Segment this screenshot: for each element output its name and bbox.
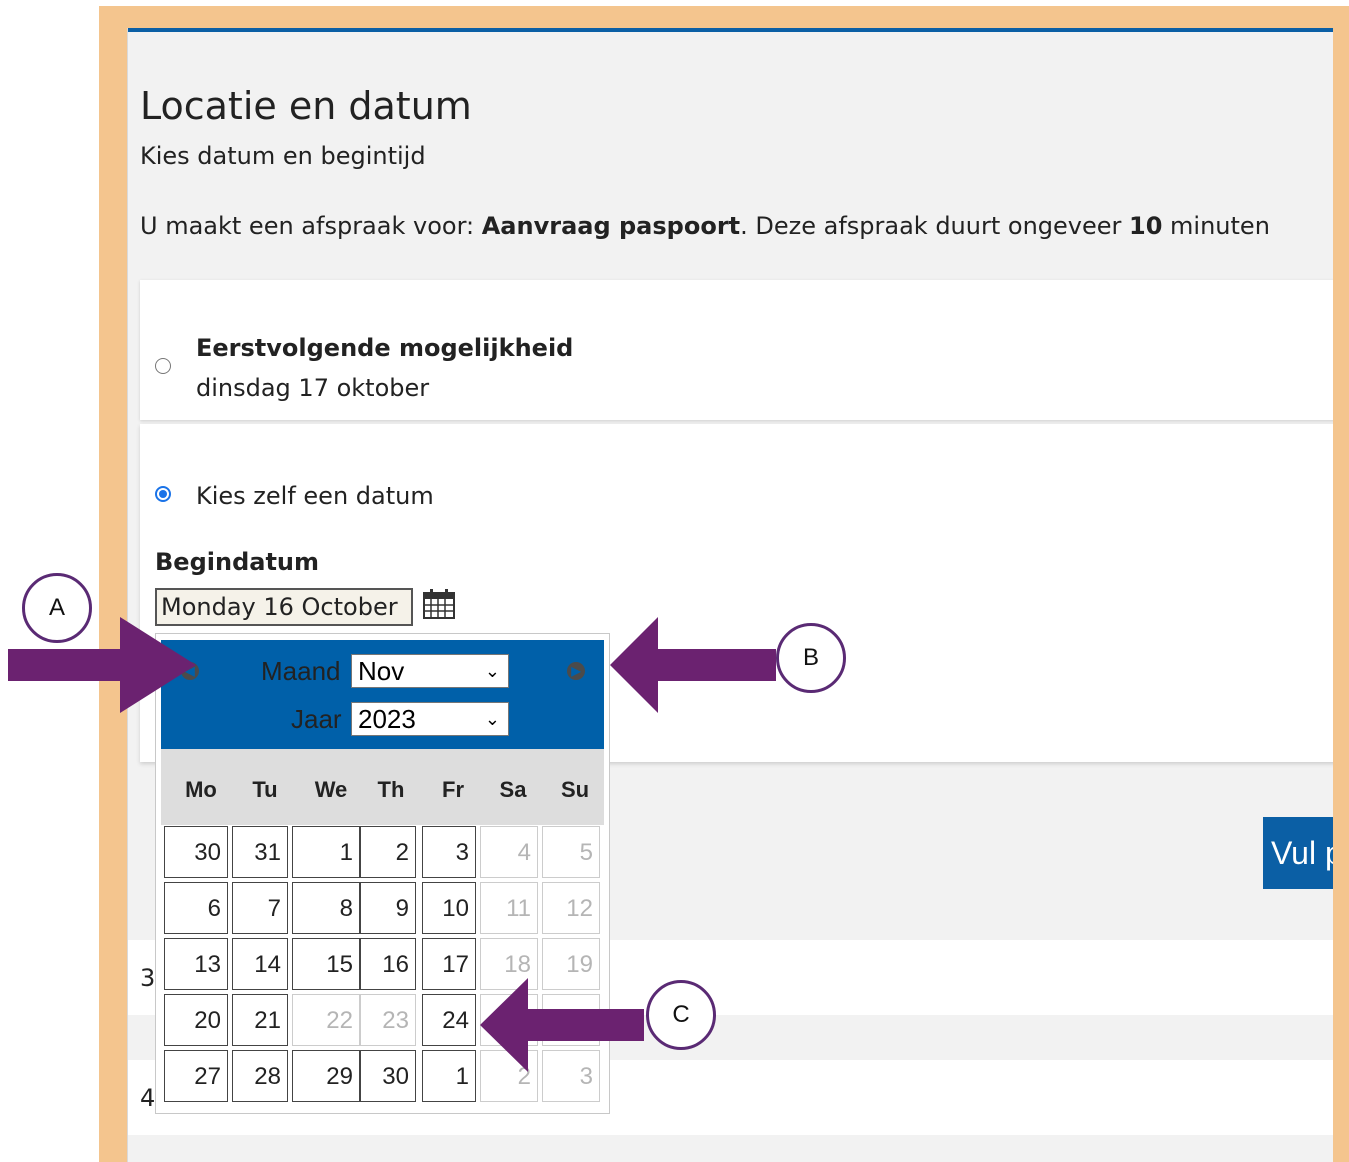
calendar-day[interactable]: 30 (164, 826, 228, 878)
year-select-value: 2023 (358, 704, 416, 734)
chevron-down-icon: ⌄ (484, 661, 500, 681)
month-select-value: Nov (358, 656, 405, 686)
weekday-label: Sa (499, 777, 527, 802)
annotation-badge-b: B (776, 623, 846, 693)
begindatum-label: Begindatum (155, 548, 320, 576)
info-product: Aanvraag paspoort (481, 212, 741, 240)
radio-choose-date[interactable] (155, 486, 171, 502)
option-first-title: Eerstvolgende mogelijkheid (196, 334, 574, 362)
info-prefix: U maakt een afspraak voor: (140, 212, 482, 240)
calendar-day[interactable]: 27 (164, 1050, 228, 1102)
calendar-day[interactable]: 1 (422, 1050, 476, 1102)
weekday-header: Mo Tu We Th Fr Sa Su (161, 749, 604, 825)
calendar-day[interactable]: 1 (292, 826, 360, 878)
next-month-icon[interactable]: ▶ (567, 662, 585, 680)
page-title: Locatie en datum (140, 84, 472, 128)
weekday-label: Tu (252, 777, 278, 802)
appointment-info: U maakt een afspraak voor: Aanvraag pasp… (140, 212, 1270, 240)
calendar-icon[interactable] (422, 588, 456, 620)
calendar-day[interactable]: 14 (232, 938, 288, 990)
info-suffix: minuten (1162, 212, 1270, 240)
info-duration: 10 (1129, 212, 1163, 240)
calendar-day-disabled: 11 (480, 882, 538, 934)
weekday-label: Th (377, 777, 405, 802)
calendar-day[interactable]: 28 (232, 1050, 288, 1102)
arrow-b-icon (610, 617, 776, 713)
month-select[interactable]: Nov ⌄ (351, 654, 509, 688)
year-label: Jaar (291, 704, 342, 734)
option-choose-title: Kies zelf een datum (196, 482, 434, 510)
annotation-badge-a: A (22, 573, 92, 643)
calendar-day-disabled: 5 (542, 826, 600, 878)
calendar-day-disabled: 4 (480, 826, 538, 878)
calendar-day[interactable]: 3 (422, 826, 476, 878)
calendar-day[interactable]: 13 (164, 938, 228, 990)
calendar-day[interactable]: 29 (292, 1050, 360, 1102)
calendar-day[interactable]: 9 (360, 882, 416, 934)
calendar-day[interactable]: 2 (360, 826, 416, 878)
option-first-date: dinsdag 17 oktober (196, 374, 430, 402)
year-select[interactable]: 2023 ⌄ (351, 702, 509, 736)
chevron-down-icon: ⌄ (484, 709, 500, 729)
weekday-label: Su (560, 777, 590, 802)
calendar-day[interactable]: 15 (292, 938, 360, 990)
weekday-label: Mo (185, 777, 217, 802)
row-number: 4 (140, 1084, 156, 1112)
calendar-day[interactable]: 6 (164, 882, 228, 934)
calendar-day[interactable]: 30 (360, 1050, 416, 1102)
annotation-badge-c: C (646, 980, 716, 1050)
continue-button[interactable]: Vul p (1263, 817, 1333, 889)
calendar-day[interactable]: 7 (232, 882, 288, 934)
arrow-c-icon (480, 978, 644, 1072)
top-accent-bar (128, 28, 1333, 32)
page-subtitle: Kies datum en begintijd (140, 142, 426, 170)
month-label: Maand (261, 656, 341, 686)
row-number: 3 (140, 964, 156, 992)
calendar-day-disabled: 12 (542, 882, 600, 934)
info-mid: . Deze afspraak duurt ongeveer (740, 212, 1130, 240)
datepicker-header: ◀ ▶ Maand Nov ⌄ Jaar 2023 ⌄ (161, 640, 604, 749)
calendar-day[interactable]: 16 (360, 938, 416, 990)
calendar-day[interactable]: 31 (232, 826, 288, 878)
weekday-label: Fr (442, 777, 464, 802)
calendar-day-disabled: 23 (360, 994, 416, 1046)
calendar-day[interactable]: 20 (164, 994, 228, 1046)
option-first-available[interactable]: Eerstvolgende mogelijkheid dinsdag 17 ok… (140, 280, 1333, 420)
radio-first-available[interactable] (155, 358, 171, 374)
calendar-day[interactable]: 17 (422, 938, 476, 990)
calendar-day[interactable]: 10 (422, 882, 476, 934)
calendar-day-disabled: 22 (292, 994, 360, 1046)
calendar-day[interactable]: 24 (422, 994, 476, 1046)
calendar-day[interactable]: 8 (292, 882, 360, 934)
calendar-day[interactable]: 21 (232, 994, 288, 1046)
weekday-label: We (314, 777, 348, 802)
